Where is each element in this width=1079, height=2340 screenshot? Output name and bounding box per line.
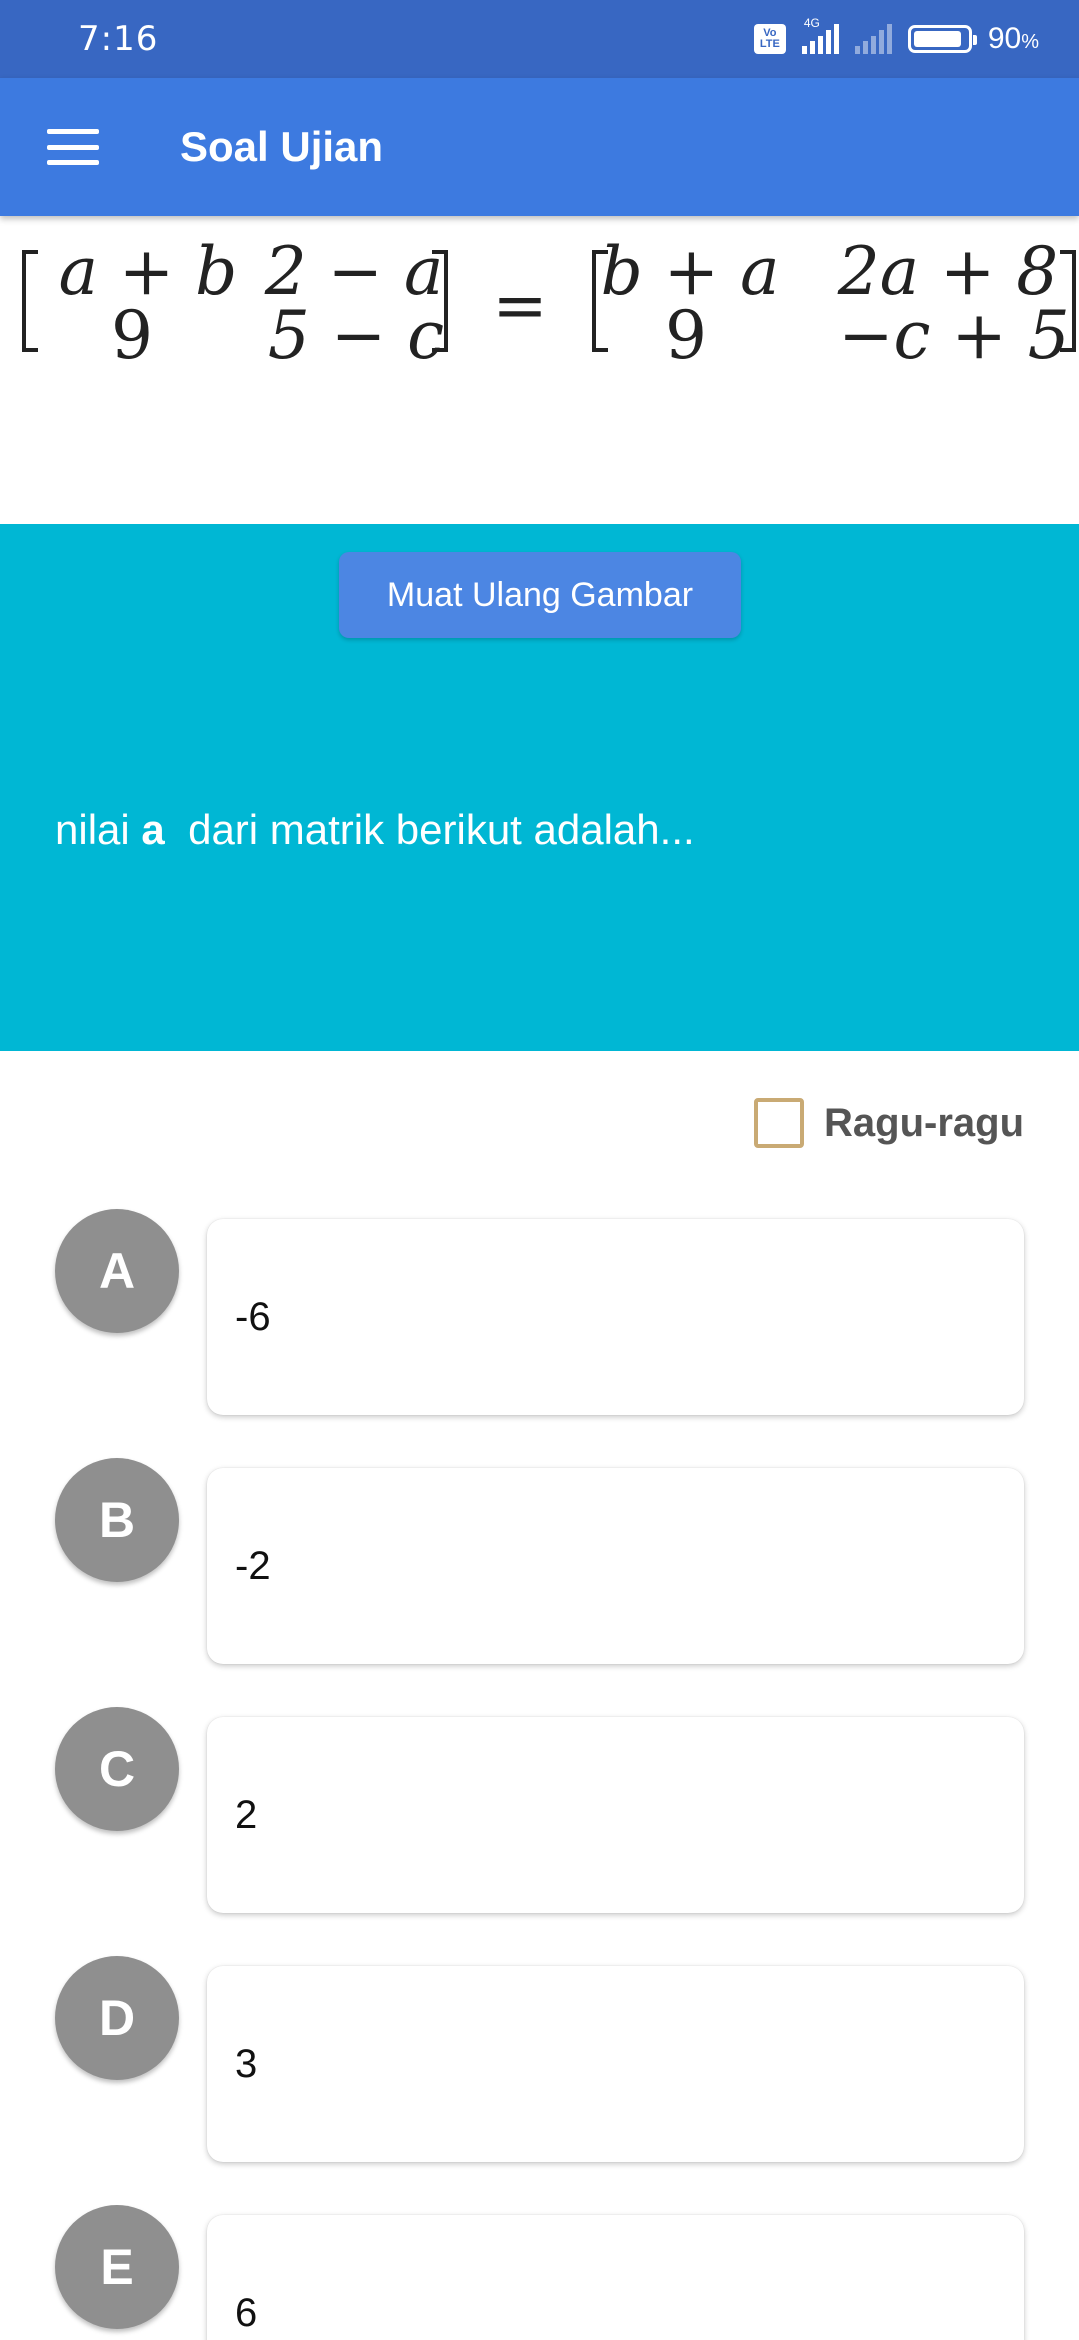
right-matrix-cell-1-1: −c + 5: [838, 297, 1070, 374]
option-letter-badge[interactable]: C: [55, 1707, 179, 1831]
option-e[interactable]: E 6: [0, 2205, 1079, 2340]
menu-button[interactable]: [0, 78, 150, 216]
page-title: Soal Ujian: [180, 123, 384, 170]
option-value: 6: [235, 2290, 258, 2335]
battery-icon: [907, 25, 977, 53]
status-icons: Vo LTE 4G 90%: [753, 16, 1039, 56]
option-value: -2: [235, 1543, 271, 1588]
option-card[interactable]: -2: [207, 1468, 1024, 1664]
option-letter-badge[interactable]: D: [55, 1956, 179, 2080]
app-bar: Soal Ujian: [0, 78, 1079, 216]
volte-bottom-text: LTE: [759, 38, 780, 50]
doubt-checkbox[interactable]: [754, 1098, 804, 1148]
question-variable: a: [141, 806, 165, 853]
option-card[interactable]: 6: [207, 2215, 1024, 2340]
status-bar: 7:16 Vo LTE 4G 90%: [0, 0, 1079, 78]
question-text: nilai a dari matrik berikut adalah...: [55, 806, 695, 853]
option-value: 3: [235, 2041, 258, 2086]
network-type: 4G: [803, 16, 820, 30]
option-value: 2: [235, 1792, 258, 1837]
reload-image-button[interactable]: Muat Ulang Gambar: [339, 552, 741, 638]
doubt-label: Ragu-ragu: [824, 1100, 1024, 1145]
signal-no-service-icon: [854, 24, 892, 54]
doubt-toggle[interactable]: Ragu-ragu: [754, 1098, 1024, 1148]
option-letter-badge[interactable]: E: [55, 2205, 179, 2329]
option-letter-badge[interactable]: A: [55, 1209, 179, 1333]
left-matrix-open-bracket: [22, 250, 38, 352]
battery-percent: 90%: [987, 22, 1039, 55]
battery-fill: [913, 31, 961, 47]
right-matrix-cell-1-0: 9: [665, 297, 707, 374]
option-card[interactable]: -6: [207, 1219, 1024, 1415]
status-time: 7:16: [78, 19, 159, 59]
matrix-equation-image: a + b 2 − a 9 5 − c = b + a 2a + 8 9 −c …: [22, 233, 1076, 374]
option-c[interactable]: C 2: [0, 1707, 1079, 1913]
option-value: -6: [235, 1294, 271, 1339]
question-panel: Muat Ulang Gambar nilai a dari matrik be…: [0, 524, 1079, 1051]
option-card[interactable]: 2: [207, 1717, 1024, 1913]
left-matrix-cell-1-1: 5 − c: [268, 297, 444, 374]
equals-sign: =: [492, 267, 547, 344]
hamburger-menu-icon: [47, 129, 99, 165]
option-d[interactable]: D 3: [0, 1956, 1079, 2162]
question-image: a + b 2 − a 9 5 − c = b + a 2a + 8 9 −c …: [0, 216, 1079, 524]
option-card[interactable]: 3: [207, 1966, 1024, 2162]
option-b[interactable]: B -2: [0, 1458, 1079, 1664]
option-a[interactable]: A -6: [0, 1209, 1079, 1415]
signal-strength-icon: 4G: [801, 16, 839, 54]
option-letter-badge[interactable]: B: [55, 1458, 179, 1582]
left-matrix-cell-1-0: 9: [111, 297, 153, 374]
volte-icon: Vo LTE: [753, 24, 786, 54]
